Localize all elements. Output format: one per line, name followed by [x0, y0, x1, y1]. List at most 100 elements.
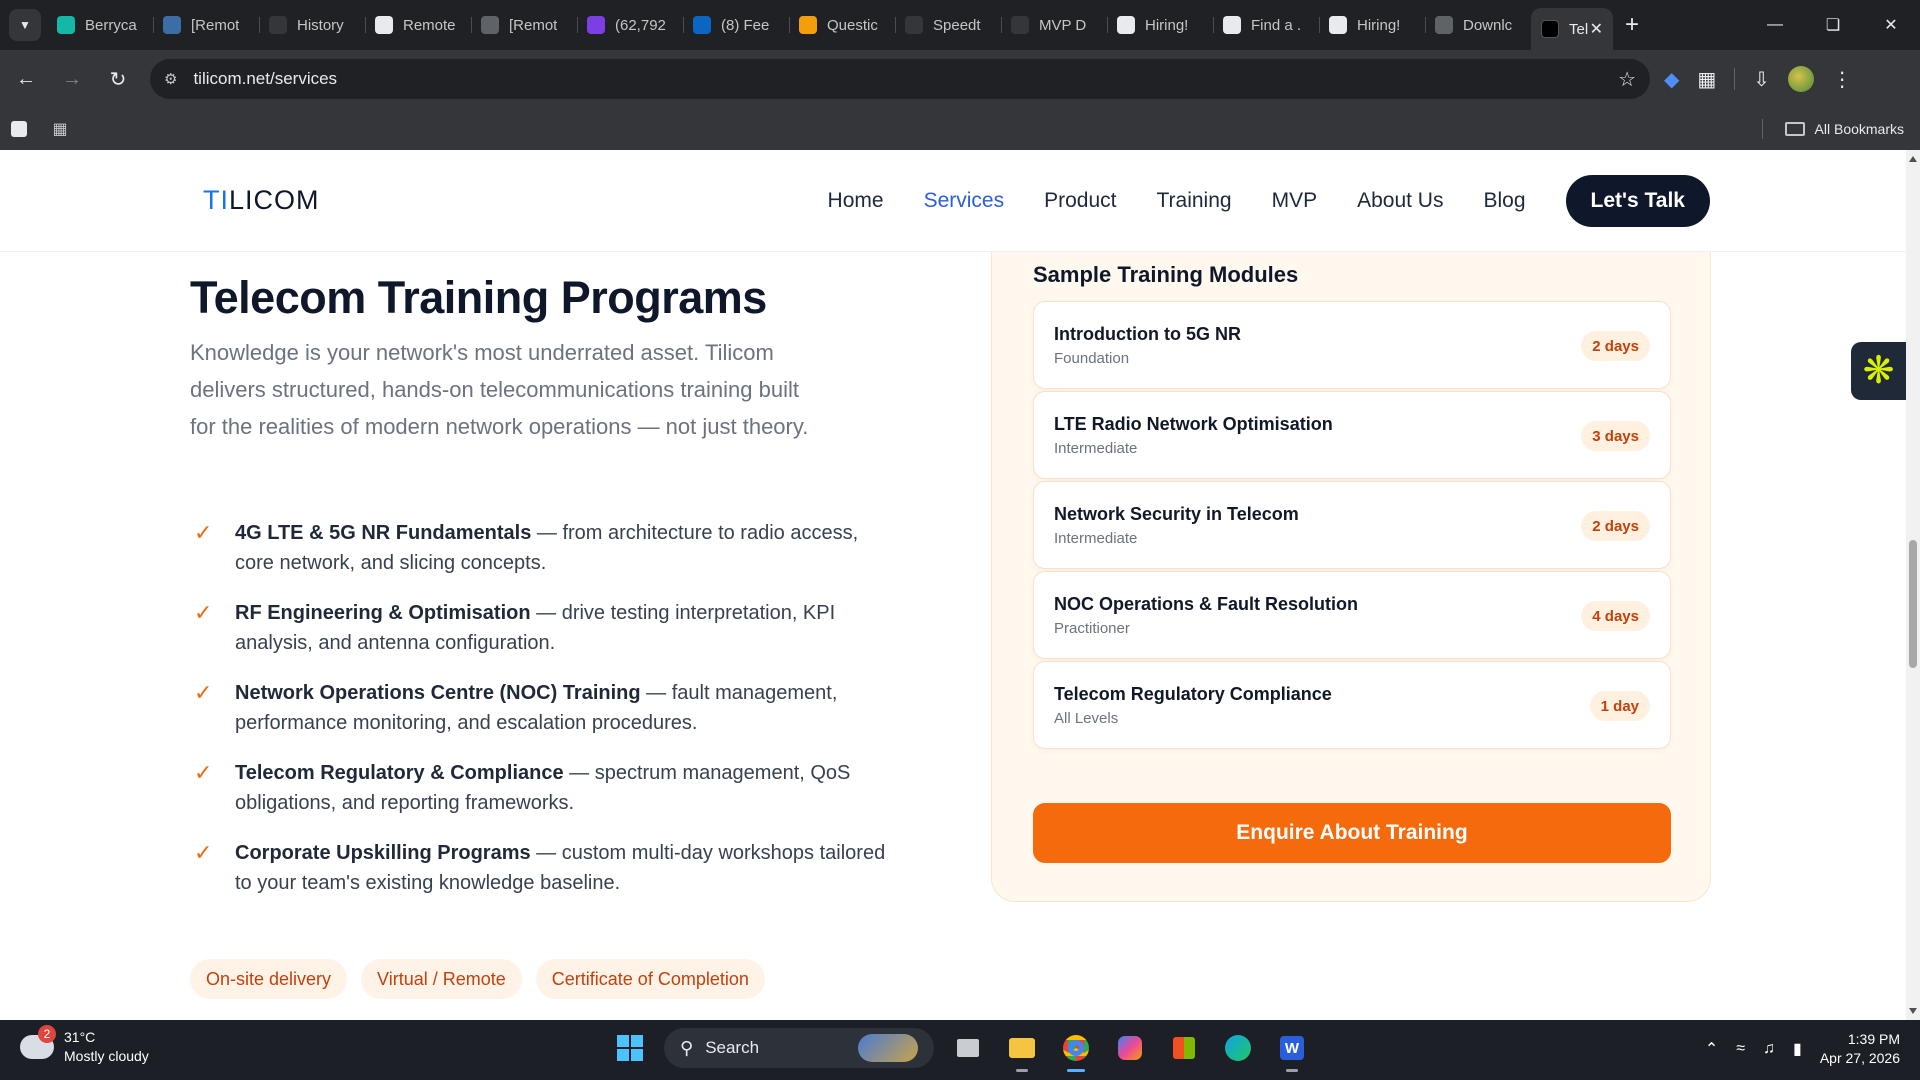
volume-icon[interactable]: ♫: [1763, 1040, 1775, 1058]
nav-link-about-us[interactable]: About Us: [1357, 189, 1443, 213]
feature-item: ✓ Network Operations Centre (NOC) Trainin…: [190, 678, 890, 738]
tilicom-icon: [1541, 20, 1559, 38]
taskbar-search[interactable]: ⚲ Search: [664, 1028, 934, 1068]
scroll-up-icon[interactable]: [1909, 156, 1917, 162]
site-header: TILICOM Home Services Product Training MVP Ab…: [0, 150, 1906, 252]
module-card[interactable]: Telecom Regulatory Compliance All Levels 1…: [1033, 661, 1671, 749]
edge-button[interactable]: [1218, 1028, 1258, 1068]
scroll-down-icon[interactable]: [1909, 1008, 1917, 1014]
close-tab-icon[interactable]: ✕: [1590, 19, 1603, 39]
module-duration-badge: 2 days: [1581, 331, 1650, 361]
page-scrollbar[interactable]: [1906, 150, 1920, 1020]
nav-link-product[interactable]: Product: [1044, 189, 1116, 213]
browser-tab[interactable]: Hiring!: [1107, 8, 1213, 42]
browser-tab[interactable]: Questic: [789, 8, 895, 42]
browser-tab[interactable]: MVP D: [1001, 8, 1107, 42]
edge-icon: [1225, 1035, 1251, 1061]
checkmark-icon: ✓: [194, 600, 213, 625]
tab-title: History: [297, 16, 344, 34]
nav-link-services[interactable]: Services: [924, 189, 1005, 213]
battery-icon[interactable]: ▮: [1793, 1039, 1802, 1059]
restore-icon[interactable]: ❏: [1804, 0, 1862, 50]
tab-search-button[interactable]: ▼: [9, 9, 41, 41]
tab-title: [Remot: [509, 16, 558, 34]
clock[interactable]: 1:39 PM Apr 27, 2026: [1820, 1030, 1900, 1068]
page-viewport: TILICOM Home Services Product Training MVP Ab…: [0, 150, 1906, 1020]
tab-title: Hiring!: [1357, 16, 1401, 34]
feature-text: RF Engineering & Optimisation — drive te…: [235, 598, 890, 658]
clock-time: 1:39 PM: [1847, 1031, 1900, 1047]
scroll-thumb[interactable]: [1909, 540, 1917, 668]
minimize-icon[interactable]: —: [1746, 0, 1804, 50]
enquire-button[interactable]: Enquire About Training: [1033, 803, 1671, 863]
file-explorer-button[interactable]: [1002, 1028, 1042, 1072]
store-button[interactable]: [1164, 1028, 1204, 1068]
close-window-icon[interactable]: ✕: [1862, 0, 1920, 50]
browser-tab[interactable]: (8) Fee: [683, 8, 789, 42]
browser-tab[interactable]: (62,792: [577, 8, 683, 42]
clock-date: Apr 27, 2026: [1819, 1050, 1900, 1066]
browser-tab[interactable]: Find a .: [1213, 8, 1319, 42]
download-icon[interactable]: ⇩: [1753, 67, 1770, 92]
task-view-button[interactable]: [948, 1028, 988, 1068]
site-logo[interactable]: TILICOM: [203, 185, 320, 216]
tab-title: Downlc: [1463, 16, 1513, 34]
nav-link-home[interactable]: Home: [828, 189, 884, 213]
globe-icon: [1435, 16, 1453, 34]
module-card[interactable]: NOC Operations & Fault Resolution Practit…: [1033, 571, 1671, 659]
nav-link-training[interactable]: Training: [1156, 189, 1231, 213]
bookmark-star-icon[interactable]: ☆: [1618, 67, 1636, 92]
floating-chat-widget[interactable]: ❋: [1851, 342, 1906, 400]
wifi-icon[interactable]: ≈: [1736, 1040, 1745, 1058]
extension-shield-icon[interactable]: ◆: [1664, 67, 1679, 92]
browser-tab[interactable]: Speedt: [895, 8, 1001, 42]
module-level: Intermediate: [1054, 440, 1138, 457]
profile-avatar[interactable]: [1788, 66, 1815, 92]
feature-text: Network Operations Centre (NOC) Training…: [235, 678, 890, 738]
chevron-up-icon[interactable]: ⌃: [1705, 1039, 1718, 1059]
url-text[interactable]: tilicom.net/services: [193, 69, 1618, 89]
apps-grid-icon[interactable]: ▦: [51, 120, 69, 138]
copilot-button[interactable]: [1110, 1028, 1150, 1068]
new-tab-button[interactable]: +: [1625, 11, 1639, 39]
browser-tab[interactable]: Downlc: [1425, 8, 1531, 42]
weather-temp: 31°C: [64, 1029, 96, 1045]
menu-kebab-icon[interactable]: ⋮: [1832, 67, 1852, 92]
all-bookmarks-button[interactable]: All Bookmarks: [1762, 119, 1904, 139]
word-button[interactable]: W: [1272, 1028, 1312, 1072]
browser-tab[interactable]: [Remot: [153, 8, 259, 42]
nav-link-mvp[interactable]: MVP: [1272, 189, 1318, 213]
module-card[interactable]: LTE Radio Network Optimisation Intermedia…: [1033, 391, 1671, 479]
tab-groups-icon[interactable]: [11, 121, 27, 137]
forward-button[interactable]: →: [52, 59, 92, 99]
browser-tab-active[interactable]: Tel ✕: [1531, 8, 1613, 50]
browser-tab[interactable]: Remote: [365, 8, 471, 42]
back-button[interactable]: ←: [6, 59, 46, 99]
extensions-puzzle-icon[interactable]: ▦: [1697, 67, 1716, 92]
module-card[interactable]: Network Security in Telecom Intermediate 2…: [1033, 481, 1671, 569]
feature-heading: Telecom Regulatory & Compliance: [235, 762, 564, 784]
address-bar[interactable]: ⚙ tilicom.net/services ☆: [150, 59, 1650, 99]
tab-title: Find a .: [1251, 16, 1302, 34]
start-button[interactable]: [610, 1028, 650, 1068]
browser-tab[interactable]: Hiring!: [1319, 8, 1425, 42]
checkmark-icon: ✓: [194, 760, 213, 785]
speedtest-icon: [905, 16, 923, 34]
reload-button[interactable]: ↻: [98, 59, 138, 99]
weather-widget[interactable]: 2 31°C Mostly cloudy: [20, 1025, 149, 1066]
module-name: Introduction to 5G NR: [1054, 324, 1241, 344]
browser-tab[interactable]: [Remot: [471, 8, 577, 42]
nav-link-blog[interactable]: Blog: [1483, 189, 1525, 213]
browser-tab[interactable]: Berryca: [47, 8, 153, 42]
page-title: Telecom Training Programs: [190, 272, 767, 323]
browser-tab[interactable]: History: [259, 8, 365, 42]
page-icon: [1223, 16, 1241, 34]
module-card[interactable]: Introduction to 5G NR Foundation 2 days: [1033, 301, 1671, 389]
store-icon: [1173, 1037, 1195, 1059]
browser-toolbar: ← → ↻ ⚙ tilicom.net/services ☆ ◆ ▦ ⇩ ⋮: [0, 50, 1920, 108]
lets-talk-button[interactable]: Let's Talk: [1565, 174, 1710, 227]
site-info-icon[interactable]: ⚙: [164, 70, 177, 88]
feature-list: ✓ 4G LTE & 5G NR Fundamentals — from arch…: [190, 518, 890, 918]
cloud-icon: 2: [20, 1025, 56, 1059]
chrome-button[interactable]: [1056, 1028, 1096, 1072]
